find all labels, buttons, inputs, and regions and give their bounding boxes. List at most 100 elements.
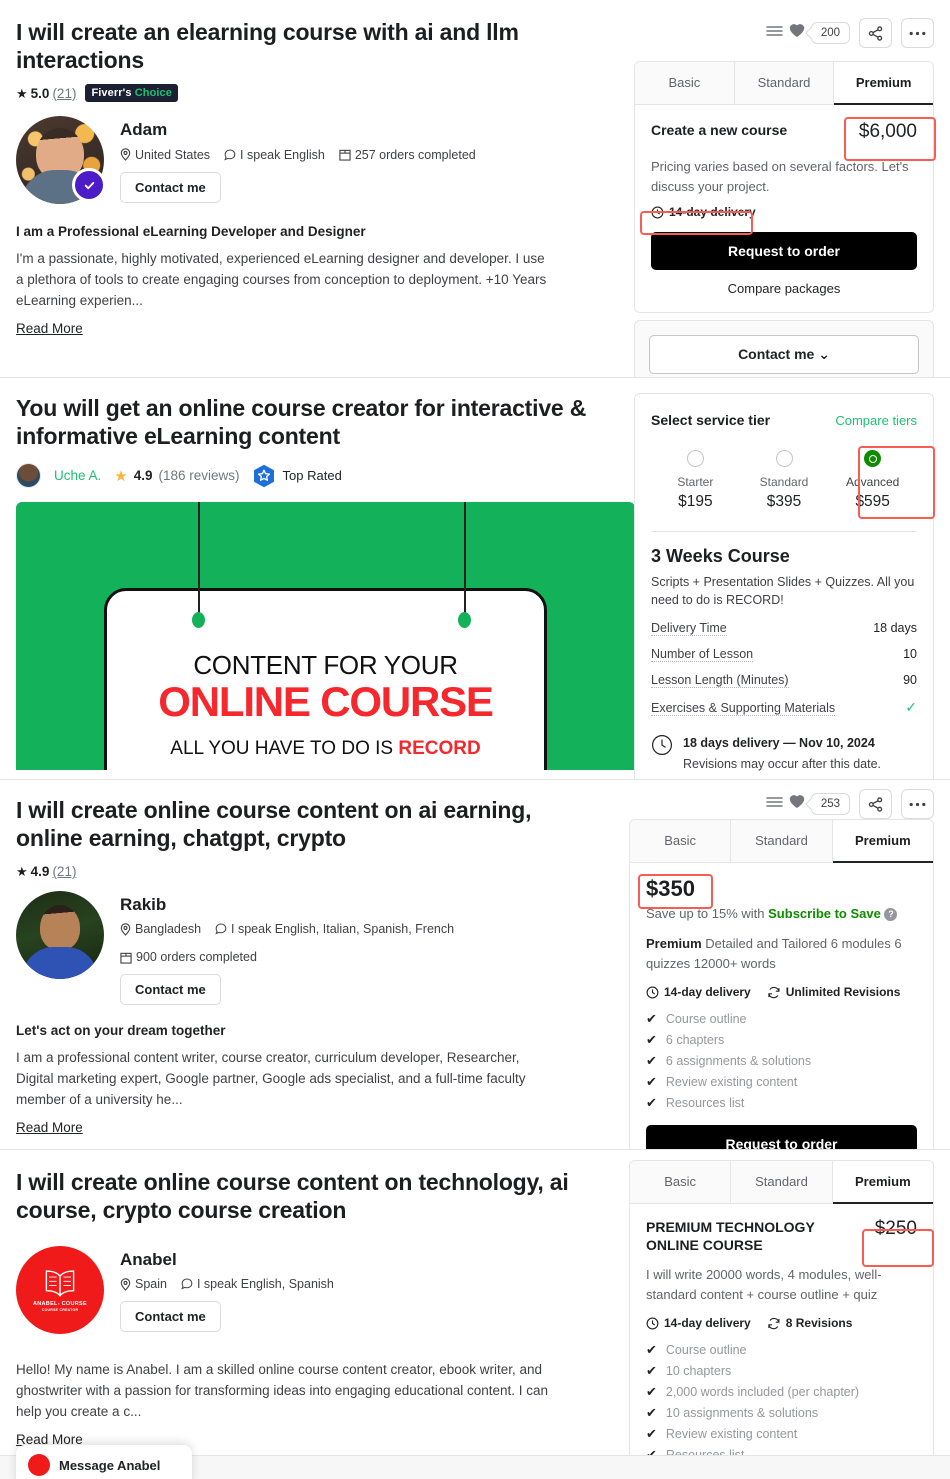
package-tabs: Basic Standard Premium	[630, 1161, 933, 1204]
share-icon[interactable]	[859, 18, 892, 48]
seller-country: United States	[120, 148, 210, 162]
seller-name[interactable]: Rakib	[120, 895, 540, 915]
delivery-label: 14-day delivery	[664, 985, 751, 999]
tab-standard[interactable]: Standard	[731, 820, 833, 863]
compare-tiers-link[interactable]: Compare tiers	[835, 413, 917, 428]
help-icon[interactable]: ?	[884, 908, 898, 921]
hamburger-icon[interactable]	[766, 24, 783, 43]
radio-icon[interactable]	[775, 450, 793, 467]
tab-premium[interactable]: Premium	[832, 1161, 933, 1204]
fiverrs-choice-badge: Fiverr's Choice	[85, 84, 178, 103]
gig-title[interactable]: I will create an elearning course with a…	[16, 18, 616, 74]
banner-line-3: ALL YOU HAVE TO DO IS RECORD	[16, 738, 635, 760]
avatar[interactable]	[16, 116, 106, 205]
compare-packages-link[interactable]: Compare packages	[651, 281, 917, 296]
logo-sub: COURSE CREATOR	[41, 1308, 79, 1313]
request-to-order-button[interactable]: Request to order	[651, 232, 917, 270]
radio-icon-selected[interactable]	[864, 450, 882, 467]
package-header-row: PREMIUM TECHNOLOGY ONLINE COURSE $250	[646, 1218, 917, 1254]
tab-standard[interactable]: Standard	[731, 1161, 833, 1204]
pin-line-left	[198, 502, 200, 620]
delivery-note: 18 days delivery — Nov 10, 2024 Revision…	[651, 734, 917, 771]
seller-name[interactable]: Adam	[120, 120, 476, 140]
avatar[interactable]: ANABEL- COURSE COURSE CREATOR	[16, 1246, 104, 1335]
seller-country-label: Bangladesh	[135, 922, 202, 937]
contact-me-button[interactable]: Contact me	[120, 171, 221, 203]
rating-value: 4.9	[133, 468, 153, 484]
feature-item: ✔ 10 assignments & solutions	[646, 1405, 917, 1421]
seller-name[interactable]: Anabel	[120, 1250, 334, 1270]
seller-languages-label: I speak English	[240, 147, 325, 162]
gig-title[interactable]: I will create online course content on a…	[16, 796, 576, 852]
top-rated-badge: Top Rated	[253, 464, 342, 488]
feature-item: ✔ Review existing content	[646, 1426, 917, 1442]
more-icon[interactable]	[901, 789, 934, 819]
pin-dot-right	[458, 612, 471, 629]
read-more-link[interactable]: Read More	[16, 1120, 83, 1135]
subscribe-to-save-link[interactable]: Subscribe to Save	[768, 906, 881, 921]
feature-label: Course outline	[665, 1343, 747, 1358]
seller-country-label: Spain	[135, 1277, 167, 1292]
read-more-link[interactable]: Read More	[16, 321, 83, 336]
gig-title[interactable]: I will create online course content on t…	[16, 1168, 576, 1224]
spec-key: Exercises & Supporting Materials	[651, 701, 836, 717]
tier-option-standard[interactable]: Standard $395	[740, 444, 829, 517]
heart-icon[interactable]	[789, 794, 805, 814]
gig-title[interactable]: You will get an online course creator fo…	[16, 394, 606, 450]
seller-country-label: United States	[135, 147, 211, 162]
package-panel-rakib: Basic Standard Premium $350 Save up to 1…	[629, 819, 934, 1149]
hamburger-icon[interactable]	[766, 795, 783, 814]
tab-premium[interactable]: Premium	[832, 820, 933, 863]
delivery-note-text: 18 days delivery — Nov 10, 2024 Revision…	[683, 734, 881, 771]
tab-basic[interactable]: Basic	[630, 820, 732, 863]
delivery-label: 14-day delivery	[669, 205, 756, 219]
package-description: I will write 20000 words, 4 modules, wel…	[646, 1267, 882, 1302]
delivery-subnote: Revisions may occur after this date.	[683, 757, 881, 772]
more-icon[interactable]	[901, 18, 934, 48]
review-count[interactable]: (21)	[52, 86, 76, 101]
banner-line-1: CONTENT FOR YOUR	[193, 650, 458, 681]
save-count-pill[interactable]: 200	[810, 22, 850, 44]
orders-icon	[120, 952, 132, 964]
tab-standard[interactable]: Standard	[734, 62, 835, 105]
contact-me-dropdown[interactable]: Contact me ⌄	[649, 335, 919, 374]
collect-group[interactable]: 200	[766, 22, 850, 44]
collect-group[interactable]: 253	[766, 793, 850, 815]
package-tabs: Basic Standard Premium	[635, 62, 933, 105]
tab-basic[interactable]: Basic	[630, 1161, 732, 1204]
contact-me-button[interactable]: Contact me	[120, 1301, 221, 1333]
tab-premium[interactable]: Premium	[834, 62, 933, 105]
tab-basic[interactable]: Basic	[635, 62, 735, 105]
package-body: PREMIUM TECHNOLOGY ONLINE COURSE $250 I …	[630, 1204, 933, 1479]
contact-me-button[interactable]: Contact me	[120, 974, 221, 1006]
tier-price: $195	[678, 492, 713, 510]
banner-line-3-b: RECORD	[398, 738, 481, 760]
hexagon-star-icon	[253, 464, 275, 488]
seller-meta: United States I speak English 257 orders…	[120, 148, 476, 162]
avatar[interactable]	[16, 891, 104, 980]
seller-languages-label: I speak English, Spanish	[196, 1277, 334, 1292]
check-icon: ✔	[646, 1053, 657, 1068]
spec-row: Delivery Time 18 days	[651, 621, 917, 637]
heart-icon[interactable]	[789, 23, 805, 43]
save-count-pill[interactable]: 253	[810, 793, 850, 815]
share-icon[interactable]	[859, 789, 892, 819]
spec-key: Number of Lesson	[651, 647, 754, 663]
clock-icon	[646, 1317, 659, 1330]
avatar[interactable]	[16, 463, 41, 489]
request-to-order-button[interactable]: Request to order	[646, 1125, 917, 1149]
location-icon	[120, 148, 131, 161]
check-icon: ✔	[646, 1095, 657, 1110]
review-count[interactable]: (21)	[52, 864, 76, 879]
chat-widget[interactable]: Message Anabel	[16, 1445, 192, 1479]
spec-row: Number of Lesson 10	[651, 647, 917, 663]
tier-header: Select service tier Compare tiers	[651, 412, 917, 428]
radio-icon[interactable]	[686, 450, 704, 467]
tier-price: $595	[855, 492, 890, 510]
tier-option-advanced[interactable]: Advanced $595	[828, 444, 917, 517]
seller-name[interactable]: Uche A.	[54, 468, 101, 483]
revisions-label: Unlimited Revisions	[785, 985, 901, 999]
tier-option-starter[interactable]: Starter $195	[651, 444, 740, 517]
chat-avatar	[28, 1454, 50, 1476]
gig-banner-image[interactable]: CONTENT FOR YOUR ONLINE COURSE ALL YOU H…	[16, 502, 635, 771]
